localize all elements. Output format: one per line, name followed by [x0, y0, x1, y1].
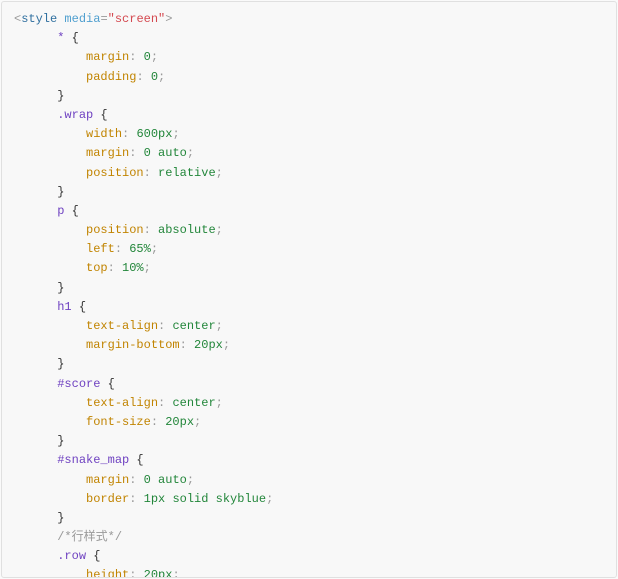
code-line: margin: 0 auto; — [14, 144, 604, 163]
code-line: position: absolute; — [14, 221, 604, 240]
code-line: } — [14, 432, 604, 451]
code-line: h1 { — [14, 298, 604, 317]
code-line: .row { — [14, 547, 604, 566]
code-line: height: 20px; — [14, 566, 604, 578]
code-line: } — [14, 509, 604, 528]
code-line: position: relative; — [14, 164, 604, 183]
code-line: * { — [14, 29, 604, 48]
code-line: #score { — [14, 375, 604, 394]
code-line: } — [14, 183, 604, 202]
code-line: left: 65%; — [14, 240, 604, 259]
code-line: /*行样式*/ — [14, 528, 604, 547]
code-line: } — [14, 87, 604, 106]
code-line: p { — [14, 202, 604, 221]
code-line: padding: 0; — [14, 68, 604, 87]
code-line: #snake_map { — [14, 451, 604, 470]
code-line: margin: 0 auto; — [14, 471, 604, 490]
code-line: top: 10%; — [14, 259, 604, 278]
code-line: text-align: center; — [14, 394, 604, 413]
code-line: .wrap { — [14, 106, 604, 125]
code-line: margin: 0; — [14, 48, 604, 67]
code-line: width: 600px; — [14, 125, 604, 144]
code-line: border: 1px solid skyblue; — [14, 490, 604, 509]
code-line: font-size: 20px; — [14, 413, 604, 432]
code-line: } — [14, 279, 604, 298]
code-line: } — [14, 355, 604, 374]
code-line: text-align: center; — [14, 317, 604, 336]
code-line: <style media="screen"> — [14, 10, 604, 29]
code-line: margin-bottom: 20px; — [14, 336, 604, 355]
code-block: <style media="screen"> * { margin: 0; pa… — [1, 1, 617, 578]
